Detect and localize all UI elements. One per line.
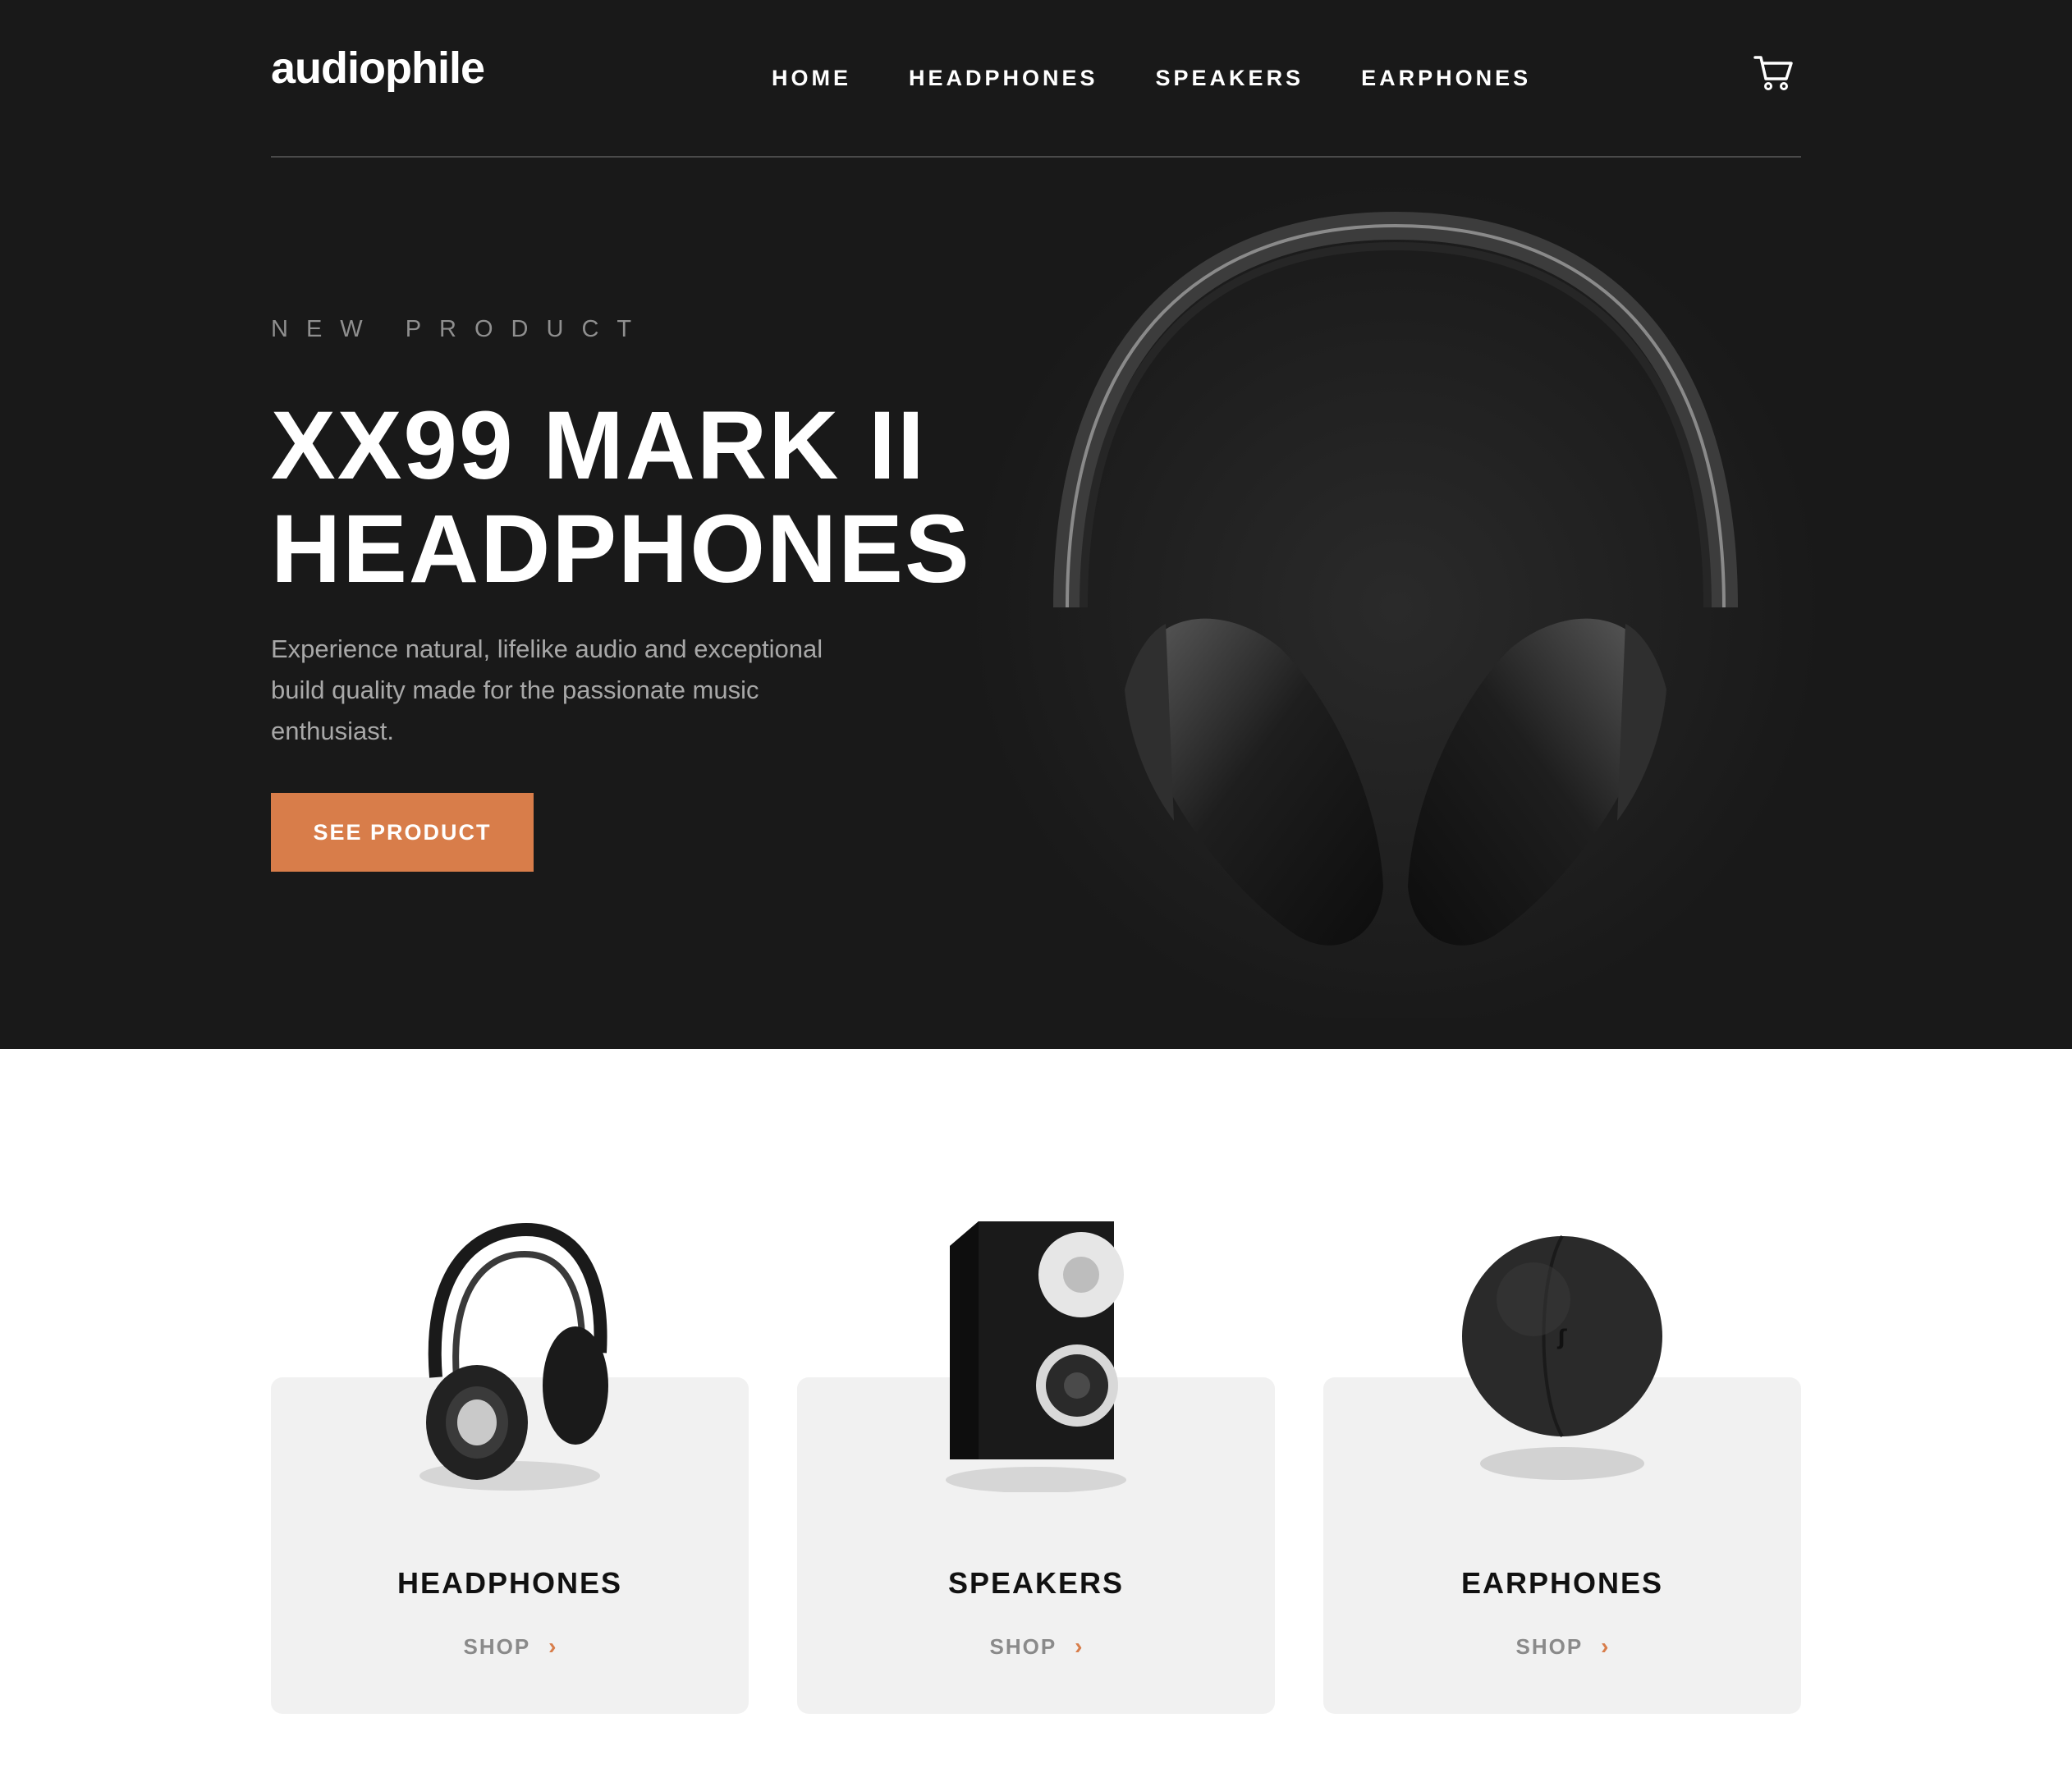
cart-icon[interactable] xyxy=(1753,54,1795,92)
shop-link[interactable]: SHOP › xyxy=(1323,1633,1801,1660)
hero-description: Experience natural, lifelike audio and e… xyxy=(271,634,823,745)
category-title: EARPHONES xyxy=(1460,1566,1664,1600)
shop-label: SHOP xyxy=(463,1634,531,1659)
hero-headphones-image xyxy=(969,181,1822,1018)
nav-home[interactable]: HOME xyxy=(772,66,851,91)
logo[interactable]: audiophile xyxy=(271,43,485,94)
svg-text:ʃ: ʃ xyxy=(1557,1326,1568,1350)
category-card-headphones[interactable]: HEADPHONES SHOP › xyxy=(271,1222,749,1714)
nav-speakers[interactable]: SPEAKERS xyxy=(1156,66,1304,91)
eyebrow-label: NEW PRODUCT xyxy=(271,316,650,342)
category-title: SPEAKERS xyxy=(947,1566,1125,1600)
category-card-speakers[interactable]: SPEAKERS SHOP › xyxy=(797,1221,1275,1714)
nav-earphones[interactable]: EARPHONES xyxy=(1361,66,1531,91)
category-cards: HEADPHONES SHOP › SPEAKERS SHOP › ʃ EARP… xyxy=(271,1221,1801,1714)
hero-title: XX99 MARK II HEADPHONES xyxy=(271,394,971,601)
chevron-right-icon: › xyxy=(548,1633,557,1659)
hero-section: audiophile HOME HEADPHONES SPEAKERS EARP… xyxy=(0,0,2072,1049)
shop-label: SHOP xyxy=(1515,1634,1584,1659)
chevron-right-icon: › xyxy=(1075,1633,1083,1659)
main-nav: HOME HEADPHONES SPEAKERS EARPHONES xyxy=(772,66,1588,91)
earphones-case-image: ʃ xyxy=(1462,1235,1662,1480)
hero-title-line1: XX99 MARK II xyxy=(271,392,926,500)
chevron-right-icon: › xyxy=(1601,1633,1609,1659)
category-card-earphones[interactable]: ʃ EARPHONES SHOP › xyxy=(1323,1235,1801,1714)
site-header: audiophile HOME HEADPHONES SPEAKERS EARP… xyxy=(271,0,1801,158)
nav-headphones[interactable]: HEADPHONES xyxy=(909,66,1098,91)
shop-label: SHOP xyxy=(989,1634,1057,1659)
speaker-image xyxy=(946,1221,1126,1492)
shop-link[interactable]: SHOP › xyxy=(797,1633,1275,1660)
see-product-button[interactable]: SEE PRODUCT xyxy=(271,793,534,872)
category-title: HEADPHONES xyxy=(397,1566,623,1600)
shop-link[interactable]: SHOP › xyxy=(271,1633,749,1660)
hero-title-line2: HEADPHONES xyxy=(271,495,971,603)
headphones-image xyxy=(419,1222,608,1491)
